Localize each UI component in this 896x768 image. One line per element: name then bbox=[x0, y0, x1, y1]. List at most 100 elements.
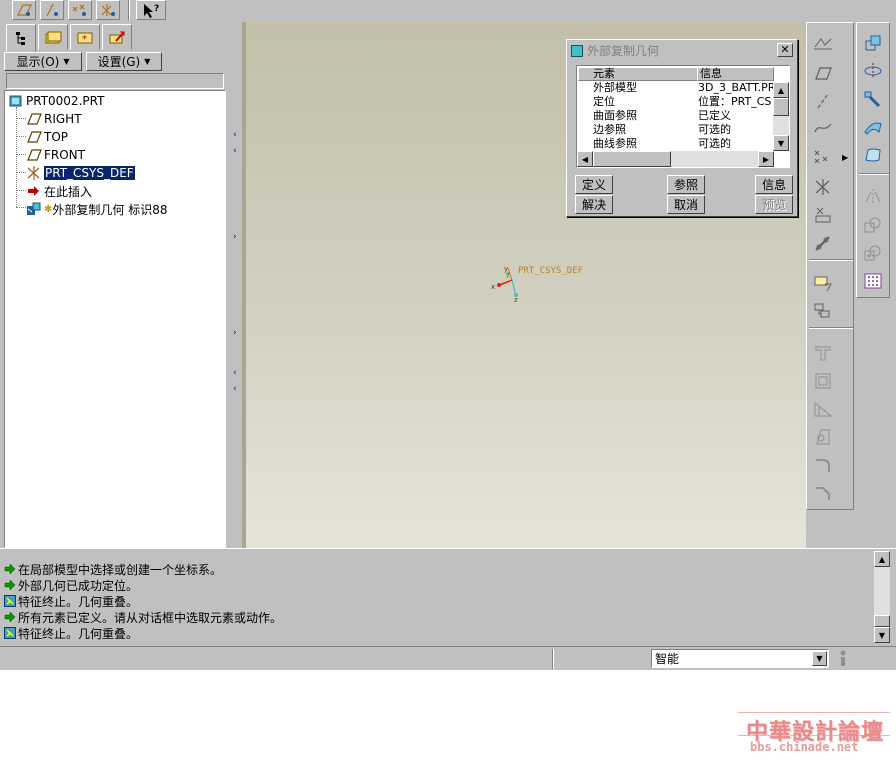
tree-item-top-plane[interactable]: TOP bbox=[26, 129, 68, 145]
datum-plane-display-toggle[interactable] bbox=[12, 0, 36, 20]
define-button[interactable]: 定义 bbox=[575, 175, 613, 194]
chamfer-tool[interactable] bbox=[810, 481, 836, 505]
flyout-arrow-icon[interactable]: ▶ bbox=[842, 153, 848, 162]
tab-model-tree[interactable] bbox=[6, 24, 36, 52]
element-row-external-model[interactable]: 外部模型 bbox=[593, 81, 693, 95]
arrow-left-icon: ◀ bbox=[581, 154, 589, 164]
datum-axis-display-icon bbox=[46, 3, 58, 17]
datum-point-tool[interactable] bbox=[810, 145, 836, 169]
tree-column-header[interactable] bbox=[6, 73, 224, 89]
scroll-down-button[interactable]: ▼ bbox=[773, 135, 789, 151]
datum-axis-tool[interactable] bbox=[810, 89, 836, 113]
evaluate-feature-tool[interactable] bbox=[810, 231, 836, 255]
show-menu-label: 显示(O) bbox=[16, 55, 60, 69]
element-row-info: 位置：PRT_CS bbox=[698, 95, 772, 108]
navigator-splitter[interactable]: ‹ ‹ › › ‹ ‹ bbox=[230, 22, 242, 548]
selection-filter-dropdown[interactable]: 智能 ▼ bbox=[651, 649, 829, 668]
scroll-down-button[interactable]: ▼ bbox=[874, 627, 890, 643]
scroll-left-button[interactable]: ◀ bbox=[577, 151, 593, 167]
shell-tool[interactable] bbox=[810, 369, 836, 393]
list-vertical-scrollbar[interactable]: ▲ ▼ bbox=[773, 82, 789, 151]
element-row-surface-refs[interactable]: 曲面参照 bbox=[593, 109, 693, 123]
variable-section-sweep-tool[interactable] bbox=[860, 87, 886, 111]
show-menu-button[interactable]: 显示(O) ▼ bbox=[4, 52, 82, 71]
toolbar-separator bbox=[128, 0, 130, 20]
scroll-up-button[interactable]: ▲ bbox=[874, 551, 890, 567]
collapse-left-icon: ‹ bbox=[233, 368, 237, 378]
scroll-up-button[interactable]: ▲ bbox=[773, 82, 789, 98]
mirror-tool[interactable] bbox=[860, 185, 886, 209]
context-help-button[interactable]: ? bbox=[136, 0, 166, 20]
pattern-tool[interactable] bbox=[860, 269, 886, 293]
datum-plane-sketch-tool[interactable] bbox=[810, 31, 836, 55]
rib-tool[interactable] bbox=[810, 397, 836, 421]
toolbar-separator bbox=[809, 327, 853, 329]
list-horizontal-scrollbar[interactable]: ◀ ▶ bbox=[577, 151, 774, 167]
scroll-thumb[interactable] bbox=[773, 98, 789, 116]
info-button[interactable]: 信息 bbox=[755, 175, 793, 194]
datum-plane-tool[interactable] bbox=[810, 61, 836, 85]
references-button[interactable]: 参照 bbox=[667, 175, 705, 194]
datum-point-icon bbox=[814, 150, 828, 164]
message-line: 特征终止。几何重叠。 bbox=[4, 625, 138, 641]
tab-folder-browser[interactable] bbox=[38, 24, 68, 50]
toolbar-separator bbox=[859, 173, 889, 175]
tree-item-insert-here[interactable]: 在此插入 bbox=[26, 183, 92, 199]
tree-item-part[interactable]: PRT0002.PRT bbox=[8, 93, 104, 109]
note-tool[interactable] bbox=[810, 271, 836, 295]
tree-item-external-copy-geometry[interactable]: ✱ 外部复制几何 标识88 bbox=[26, 201, 167, 217]
cancel-button[interactable]: 取消 bbox=[667, 195, 705, 214]
datum-csys-tool[interactable] bbox=[810, 175, 836, 199]
preview-button[interactable]: 预览 bbox=[755, 195, 793, 214]
scroll-right-button[interactable]: ▶ bbox=[758, 151, 774, 167]
column-header-info[interactable]: 信息 bbox=[697, 67, 774, 81]
copy-geometry-tool[interactable] bbox=[810, 299, 836, 323]
datum-axis-display-toggle[interactable] bbox=[40, 0, 64, 20]
csys-axis-x-label: x bbox=[491, 283, 495, 291]
revolve-icon bbox=[864, 63, 882, 79]
boundary-blend-tool[interactable] bbox=[860, 115, 886, 139]
arrow-right-icon: ▶ bbox=[762, 154, 770, 164]
round-tool[interactable] bbox=[810, 453, 836, 477]
busy-indicator-icon bbox=[838, 649, 848, 669]
scroll-thumb[interactable] bbox=[593, 151, 671, 167]
copy-geometry-icon bbox=[814, 303, 830, 318]
extrude-tool[interactable] bbox=[860, 31, 886, 55]
datum-curve-tool[interactable] bbox=[810, 116, 836, 140]
dialog-titlebar[interactable]: 外部复制几何 ✕ bbox=[569, 42, 795, 59]
settings-menu-button[interactable]: 设置(G) ▼ bbox=[86, 52, 162, 71]
element-row-placement[interactable]: 定位 bbox=[593, 95, 693, 109]
prompt-arrow-icon bbox=[4, 611, 16, 623]
column-header-label: 元素 bbox=[593, 67, 615, 80]
tree-item-csys[interactable]: PRT_CSYS_DEF bbox=[26, 165, 135, 181]
revolve-tool[interactable] bbox=[860, 59, 886, 83]
tab-favorites[interactable]: * bbox=[70, 24, 100, 50]
element-row-curve-refs[interactable]: 曲线参照 bbox=[593, 137, 693, 151]
element-row-info: 3D_3_BATT.PR bbox=[698, 81, 774, 94]
coordinate-system-icon bbox=[26, 166, 42, 180]
feature-toolbar: ▶ bbox=[806, 22, 854, 510]
hole-tool[interactable] bbox=[810, 341, 836, 365]
element-row-edge-refs[interactable]: 边参照 bbox=[593, 123, 693, 137]
message-text: 特征终止。几何重叠。 bbox=[18, 594, 139, 609]
tree-item-front-plane[interactable]: FRONT bbox=[26, 147, 85, 163]
tab-connections[interactable] bbox=[102, 24, 132, 50]
top-toolbar: ? bbox=[0, 0, 896, 22]
draft-tool[interactable] bbox=[810, 425, 836, 449]
resolve-button[interactable]: 解决 bbox=[575, 195, 613, 214]
forum-watermark: 中華設計論壇 bbs.chinade.net bbox=[738, 710, 890, 762]
csys-display-toggle[interactable] bbox=[96, 0, 120, 20]
dropdown-button[interactable]: ▼ bbox=[812, 651, 827, 666]
column-header-element[interactable]: 元素 bbox=[578, 67, 698, 81]
datum-analysis-tool[interactable] bbox=[810, 203, 836, 227]
scroll-thumb[interactable] bbox=[874, 615, 890, 627]
datum-plane-icon bbox=[26, 112, 42, 126]
intersect-tool[interactable] bbox=[860, 241, 886, 265]
message-scrollbar[interactable]: ▲ ▼ bbox=[874, 551, 890, 643]
dialog-close-button[interactable]: ✕ bbox=[777, 43, 793, 57]
merge-tool[interactable] bbox=[860, 213, 886, 237]
datum-point-display-toggle[interactable] bbox=[68, 0, 92, 20]
tree-item-right-plane[interactable]: RIGHT bbox=[26, 111, 82, 127]
style-tool[interactable] bbox=[860, 143, 886, 167]
tree-connector bbox=[16, 118, 26, 119]
